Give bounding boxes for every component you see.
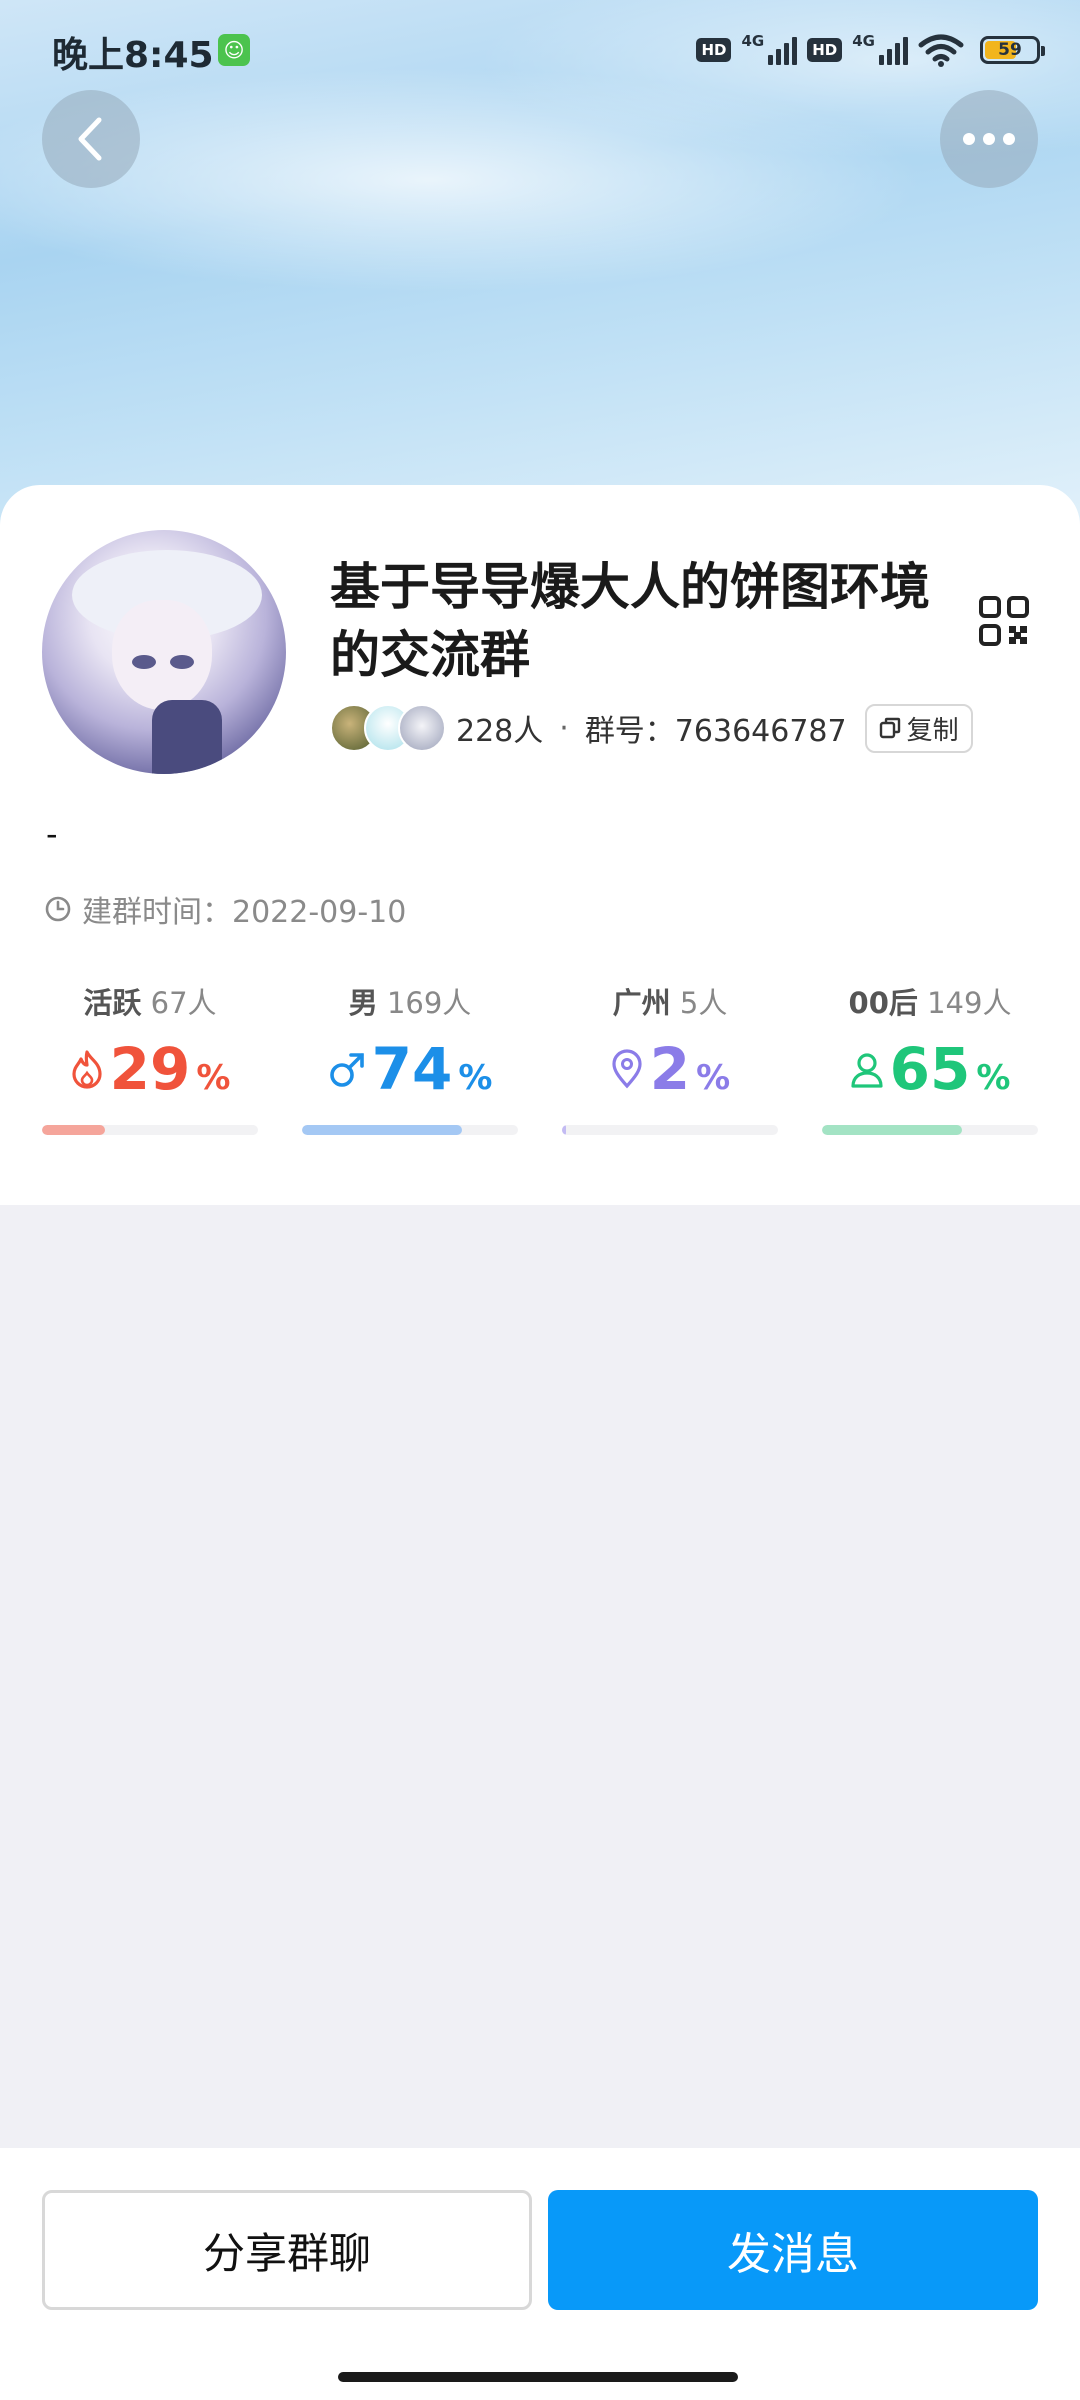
status-icons: HD 4G HD 4G 59 xyxy=(696,28,1045,72)
male-icon xyxy=(329,1053,364,1087)
network-label: 4G xyxy=(741,32,765,50)
more-button[interactable] xyxy=(940,90,1038,188)
group-info-card: 基于导导爆大人的饼图环境的交流群 228人 · 群号：763646787 复制 … xyxy=(0,485,1080,1205)
stat-value: 2% xyxy=(562,1035,778,1103)
clock-icon xyxy=(45,896,71,922)
member-avatar xyxy=(398,704,446,752)
person-icon xyxy=(850,1053,883,1088)
group-title: 基于导导爆大人的饼图环境的交流群 xyxy=(330,558,930,684)
stat-label: 广州 5人 xyxy=(612,986,728,1020)
stat-active[interactable]: 活跃 67人 29% xyxy=(42,980,258,1180)
stat-progress-bar xyxy=(42,1125,258,1135)
more-dots-icon xyxy=(963,133,1015,145)
app-notification-icon: ☺ xyxy=(218,34,250,66)
hd-icon: HD xyxy=(696,38,732,62)
stat-label: 00后 149人 xyxy=(848,986,1012,1020)
location-pin-icon xyxy=(612,1049,642,1089)
stat-progress-bar xyxy=(302,1125,518,1135)
stat-progress-bar xyxy=(822,1125,1038,1135)
stat-progress-fill xyxy=(42,1125,105,1135)
stat-age[interactable]: 00后 149人 65% xyxy=(822,980,1038,1180)
status-time: 晚上8:45 xyxy=(52,35,214,76)
battery-level: 59 xyxy=(998,40,1022,60)
fire-icon xyxy=(71,1050,102,1089)
separator: · xyxy=(559,710,569,746)
battery-icon: 59 xyxy=(980,36,1045,64)
group-number: 群号：763646787 xyxy=(584,714,847,749)
copy-button[interactable]: 复制 xyxy=(864,703,973,753)
group-description: - xyxy=(46,815,58,853)
back-button[interactable] xyxy=(42,90,140,188)
stat-value: 74% xyxy=(302,1035,518,1103)
member-stats: 活跃 67人 29% 男 169人 74% 广州 5人 2 % 00后 149人… xyxy=(0,980,1080,1180)
stat-label: 活跃 67人 xyxy=(83,986,217,1020)
hd-icon: HD xyxy=(807,38,843,62)
stat-male[interactable]: 男 169人 74% xyxy=(302,980,518,1180)
group-avatar[interactable] xyxy=(42,530,286,774)
qr-code-icon[interactable] xyxy=(978,595,1030,647)
copy-label: 复制 xyxy=(906,715,959,746)
status-bar: 晚上8:45 ☺ HD 4G HD 4G 59 xyxy=(0,0,1080,100)
network-label: 4G xyxy=(852,32,875,50)
signal-icon xyxy=(768,35,798,65)
stat-progress-fill xyxy=(302,1125,462,1135)
share-group-button[interactable]: 分享群聊 xyxy=(42,2190,532,2310)
stat-label: 男 169人 xyxy=(348,986,472,1020)
member-avatars[interactable] xyxy=(330,704,446,752)
created-date-text: 建群时间：2022-09-10 xyxy=(82,895,407,930)
stat-value: 65% xyxy=(822,1035,1038,1103)
created-date: 建群时间：2022-09-10 xyxy=(44,887,406,931)
signal-icon xyxy=(879,35,908,65)
stat-progress-bar xyxy=(562,1125,778,1135)
stat-progress-fill xyxy=(822,1125,963,1135)
stat-location[interactable]: 广州 5人 2% xyxy=(562,980,778,1180)
wifi-icon xyxy=(918,34,964,67)
stat-value: 29% xyxy=(42,1035,258,1103)
member-count[interactable]: 228人 xyxy=(456,706,543,750)
home-indicator[interactable] xyxy=(338,2372,738,2382)
copy-icon xyxy=(879,717,900,739)
stat-progress-fill xyxy=(562,1125,567,1135)
chevron-left-icon xyxy=(78,117,102,161)
bottom-action-bar: 分享群聊 发消息 xyxy=(0,2148,1080,2400)
group-meta: 228人 · 群号：763646787 复制 xyxy=(330,703,973,753)
send-message-button[interactable]: 发消息 xyxy=(548,2190,1038,2310)
